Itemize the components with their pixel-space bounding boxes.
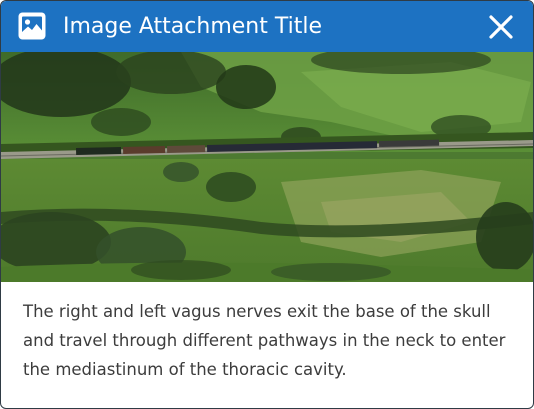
dialog-title: Image Attachment Title <box>63 14 323 39</box>
attachment-image <box>1 52 533 282</box>
dialog-header: Image Attachment Title <box>1 1 533 52</box>
image-caption: The right and left vagus nerves exit the… <box>23 302 506 379</box>
landscape-photo <box>1 52 533 282</box>
image-attachment-dialog: Image Attachment Title The right and lef… <box>0 0 534 409</box>
close-icon[interactable] <box>483 9 519 45</box>
image-icon <box>18 12 46 40</box>
